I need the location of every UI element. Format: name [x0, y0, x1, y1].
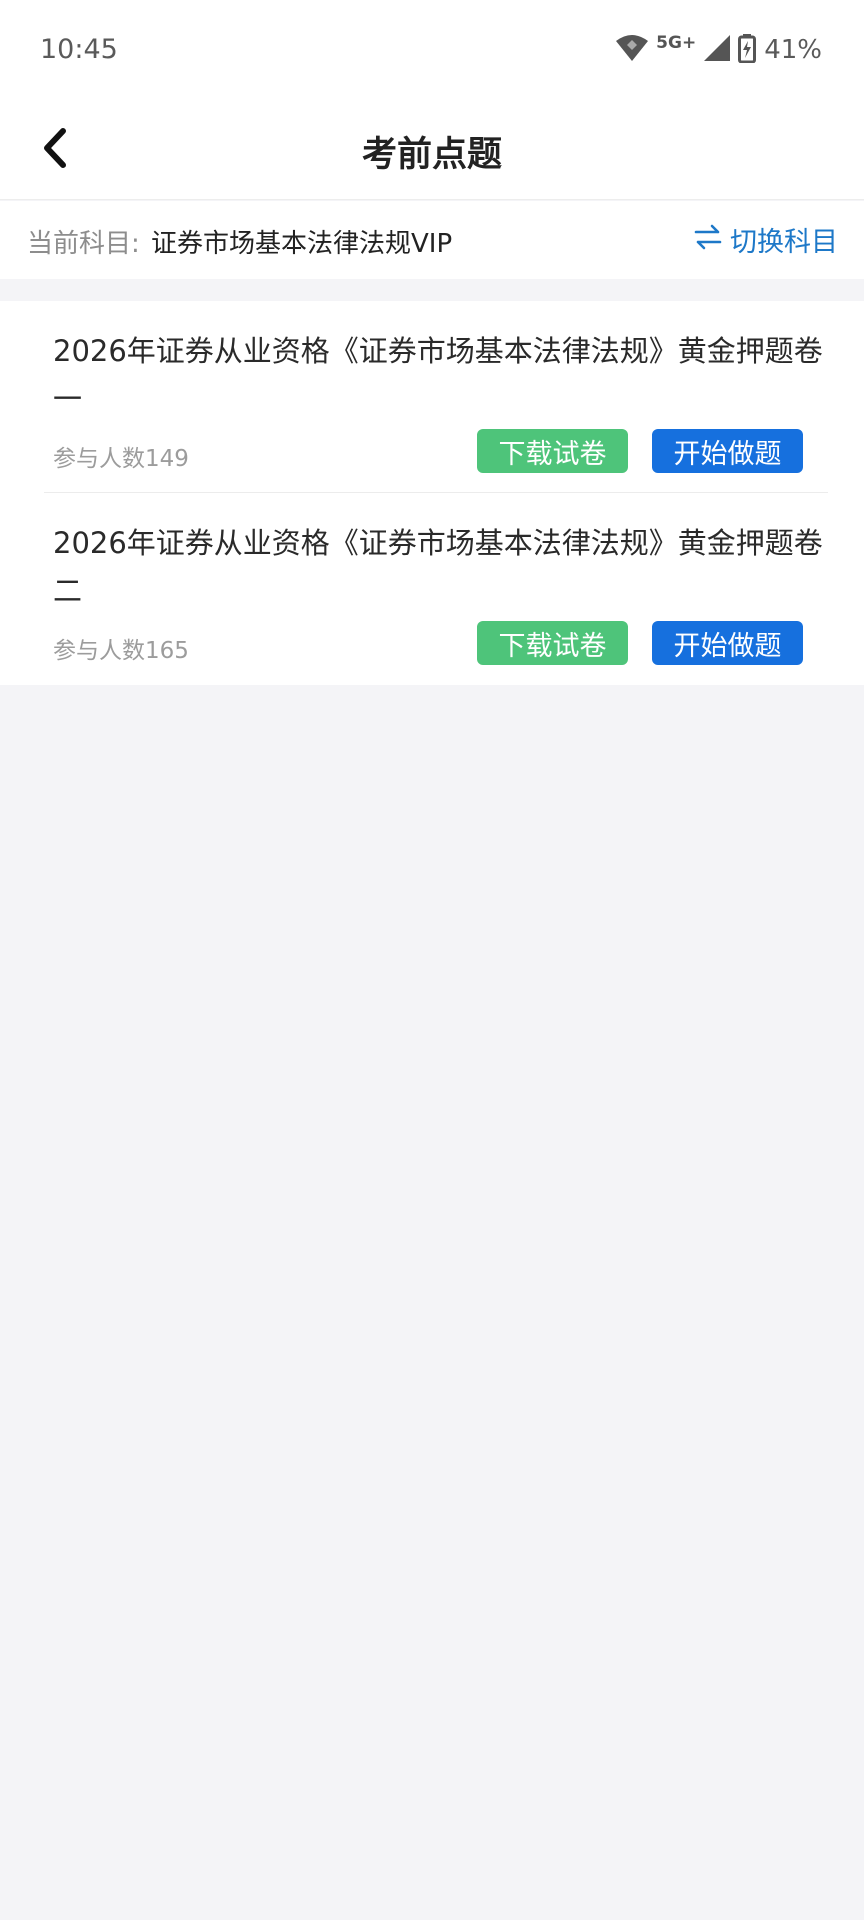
status-bar: 10:45 5G+ 41% — [0, 0, 864, 100]
wifi-icon — [614, 33, 650, 67]
status-icons: 5G+ 41% — [614, 30, 822, 70]
start-practice-button[interactable]: 开始做题 — [652, 621, 803, 665]
current-subject-bar: 当前科目: 证券市场基本法律法规VIP 切换科目 — [0, 201, 864, 279]
battery-percent: 41% — [764, 35, 822, 65]
switch-subject-button[interactable]: 切换科目 — [694, 219, 838, 259]
list-item[interactable]: 2026年证券从业资格《证券市场基本法律法规》黄金押题卷一 参与人数149 下载… — [44, 301, 828, 493]
cell-signal-icon — [702, 33, 732, 67]
nav-bar: 考前点题 — [0, 100, 864, 200]
paper-list: 2026年证券从业资格《证券市场基本法律法规》黄金押题卷一 参与人数149 下载… — [0, 301, 864, 685]
switch-subject-label: 切换科目 — [730, 226, 838, 258]
participant-count: 参与人数149 — [53, 446, 189, 472]
subject-value: 证券市场基本法律法规VIP — [151, 229, 453, 259]
list-item[interactable]: 2026年证券从业资格《证券市场基本法律法规》黄金押题卷二 参与人数165 下载… — [44, 493, 828, 685]
start-practice-button[interactable]: 开始做题 — [652, 429, 803, 473]
network-type: 5G+ — [656, 33, 697, 53]
paper-title: 2026年证券从业资格《证券市场基本法律法规》黄金押题卷二 — [53, 526, 823, 608]
subject-label: 当前科目: — [27, 229, 140, 259]
download-paper-button[interactable]: 下载试卷 — [477, 621, 628, 665]
paper-title: 2026年证券从业资格《证券市场基本法律法规》黄金押题卷一 — [53, 334, 823, 416]
status-time: 10:45 — [40, 34, 118, 65]
battery-charging-icon — [738, 33, 757, 67]
page-title: 考前点题 — [361, 135, 502, 175]
swap-arrows-icon — [694, 224, 722, 254]
participant-count: 参与人数165 — [53, 638, 189, 664]
download-paper-button[interactable]: 下载试卷 — [477, 429, 628, 473]
